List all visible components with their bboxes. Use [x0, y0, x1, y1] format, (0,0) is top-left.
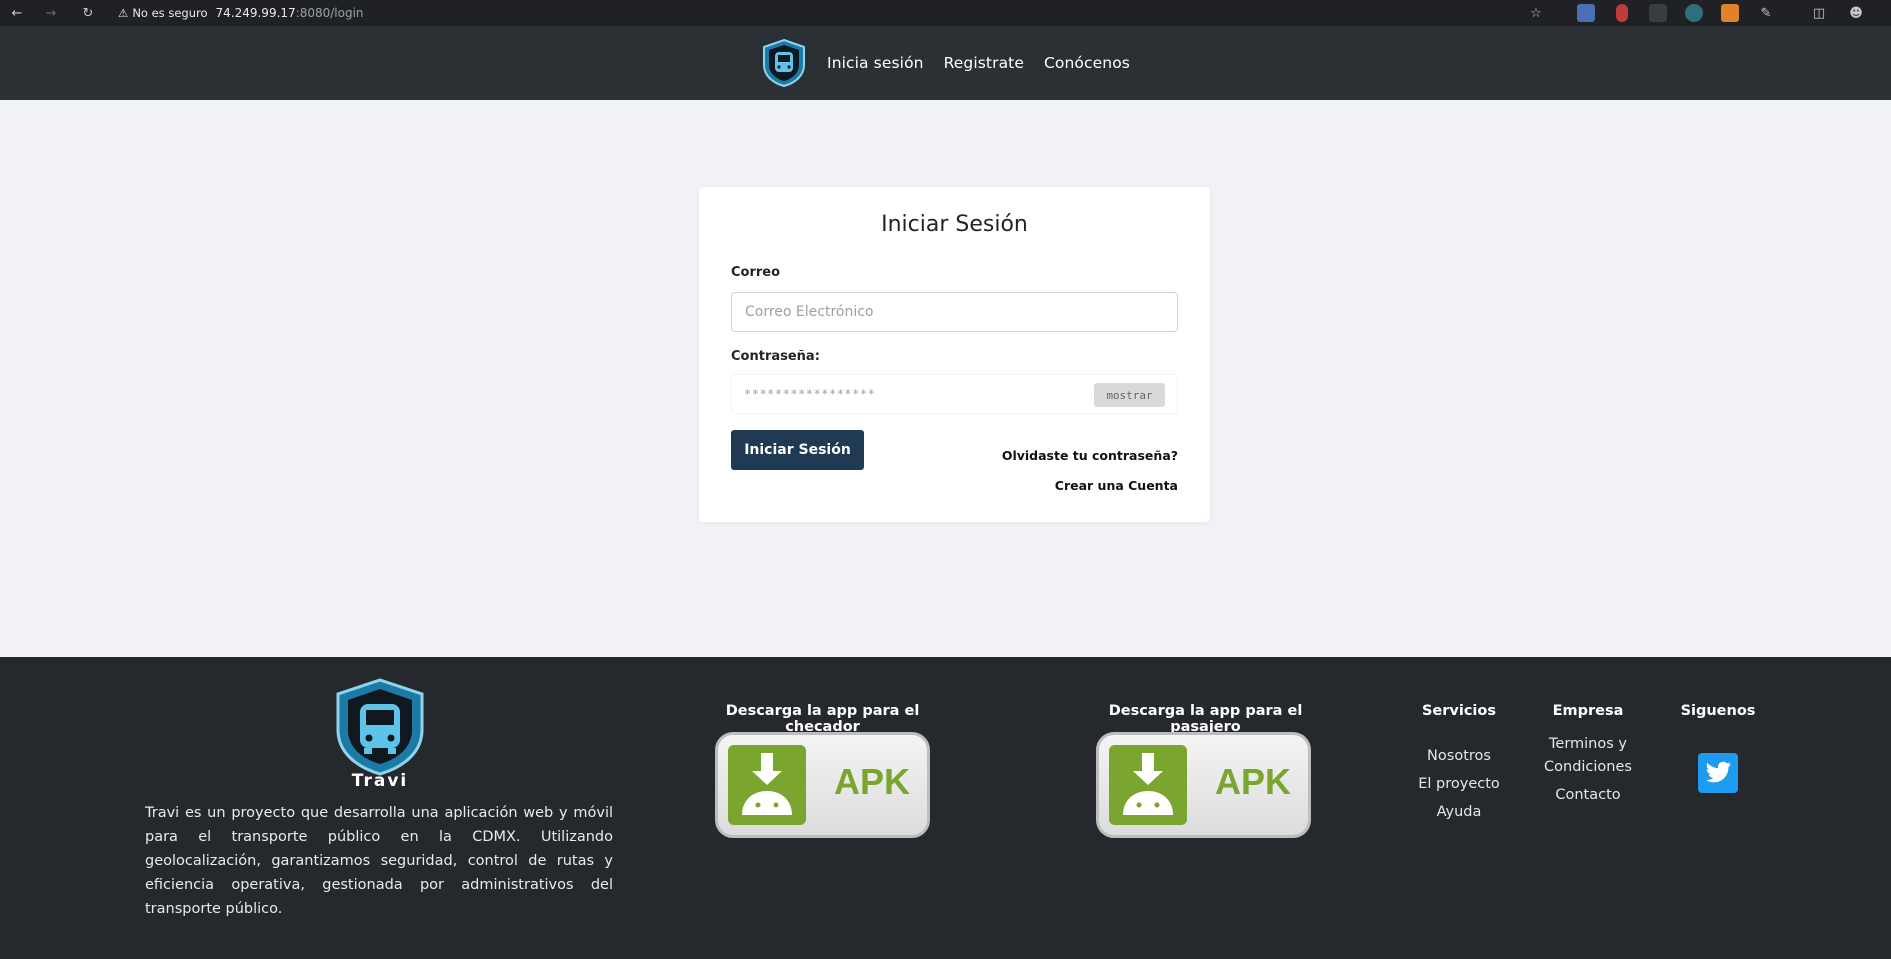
- contact-link[interactable]: Contacto: [1533, 787, 1643, 803]
- travi-logo-icon[interactable]: [761, 38, 807, 88]
- nav-register-link[interactable]: Registrate: [944, 54, 1024, 72]
- services-link-ayuda[interactable]: Ayuda: [1409, 804, 1509, 820]
- bookmark-star-icon[interactable]: ☆: [1527, 4, 1545, 22]
- password-masked-value: *****************: [744, 387, 876, 401]
- forgot-password-link[interactable]: Olvidaste tu contraseña?: [1002, 448, 1178, 463]
- extension-orange-icon[interactable]: [1721, 4, 1739, 22]
- travi-footer-logo-icon: [336, 678, 424, 776]
- email-field[interactable]: [731, 292, 1178, 332]
- password-label: Contraseña:: [731, 349, 820, 364]
- browser-toolbar: ← → ↻ ⚠ No es seguro 74.249.99.17:8080/l…: [0, 0, 1891, 26]
- footer: Travi Travi es un proyecto que desarroll…: [0, 657, 1891, 959]
- download-passenger-title: Descarga la app para el pasajero: [1108, 703, 1303, 735]
- follow-title: Siguenos: [1680, 703, 1756, 719]
- apk-passenger-download-button[interactable]: APK: [1096, 732, 1311, 838]
- company-title: Empresa: [1552, 703, 1624, 719]
- services-title: Servicios: [1421, 703, 1496, 719]
- login-card: Iniciar Sesión Correo Contraseña: ******…: [699, 187, 1210, 522]
- extensions-puzzle-icon[interactable]: ✎: [1757, 4, 1775, 22]
- apk-checker-download-button[interactable]: APK: [715, 732, 930, 838]
- terms-link-line1[interactable]: Terminos y: [1533, 736, 1643, 752]
- address-bar[interactable]: ⚠ No es seguro 74.249.99.17:8080/login: [118, 2, 364, 24]
- create-account-link[interactable]: Crear una Cuenta: [1055, 478, 1178, 493]
- url-host: 74.249.99.17: [215, 6, 296, 20]
- download-checker-title: Descarga la app para el checador: [725, 703, 920, 735]
- warning-icon: ⚠: [118, 6, 129, 20]
- twitter-icon[interactable]: [1698, 753, 1738, 793]
- login-title: Iniciar Sesión: [881, 212, 1028, 237]
- login-submit-button[interactable]: Iniciar Sesión: [731, 430, 864, 470]
- reload-icon[interactable]: ↻: [79, 4, 97, 22]
- services-link-nosotros[interactable]: Nosotros: [1409, 748, 1509, 764]
- apk-label: APK: [1215, 761, 1292, 802]
- apk-label: APK: [834, 761, 911, 802]
- extension-globe-icon[interactable]: [1685, 4, 1703, 22]
- extension-red-icon[interactable]: [1616, 4, 1628, 22]
- url-text[interactable]: 74.249.99.17:8080/login: [216, 6, 364, 20]
- extension-translate-icon[interactable]: [1577, 4, 1595, 22]
- show-password-button[interactable]: mostrar: [1094, 383, 1165, 407]
- terms-link-line2[interactable]: Condiciones: [1533, 759, 1643, 775]
- footer-description: Travi es un proyecto que desarrolla una …: [145, 805, 613, 917]
- nav-login-link[interactable]: Inicia sesión: [827, 54, 924, 72]
- extension-dark-icon[interactable]: [1649, 4, 1667, 22]
- security-label: No es seguro: [132, 6, 208, 20]
- services-link-proyecto[interactable]: El proyecto: [1409, 776, 1509, 792]
- url-path: :8080/login: [295, 6, 364, 20]
- back-icon[interactable]: ←: [8, 4, 26, 22]
- footer-brand-name: Travi: [351, 771, 409, 791]
- profile-avatar-icon[interactable]: ☻: [1847, 4, 1865, 22]
- side-panel-icon[interactable]: ◫: [1810, 4, 1828, 22]
- forward-icon[interactable]: →: [42, 4, 60, 22]
- app-navbar: Inicia sesión Registrate Conócenos: [0, 26, 1891, 100]
- android-download-icon: [728, 745, 806, 825]
- android-download-icon: [1109, 745, 1187, 825]
- nav-about-link[interactable]: Conócenos: [1044, 54, 1130, 72]
- security-warning[interactable]: ⚠ No es seguro: [118, 6, 208, 20]
- email-label: Correo: [731, 265, 781, 280]
- password-field[interactable]: ***************** mostrar: [731, 374, 1178, 414]
